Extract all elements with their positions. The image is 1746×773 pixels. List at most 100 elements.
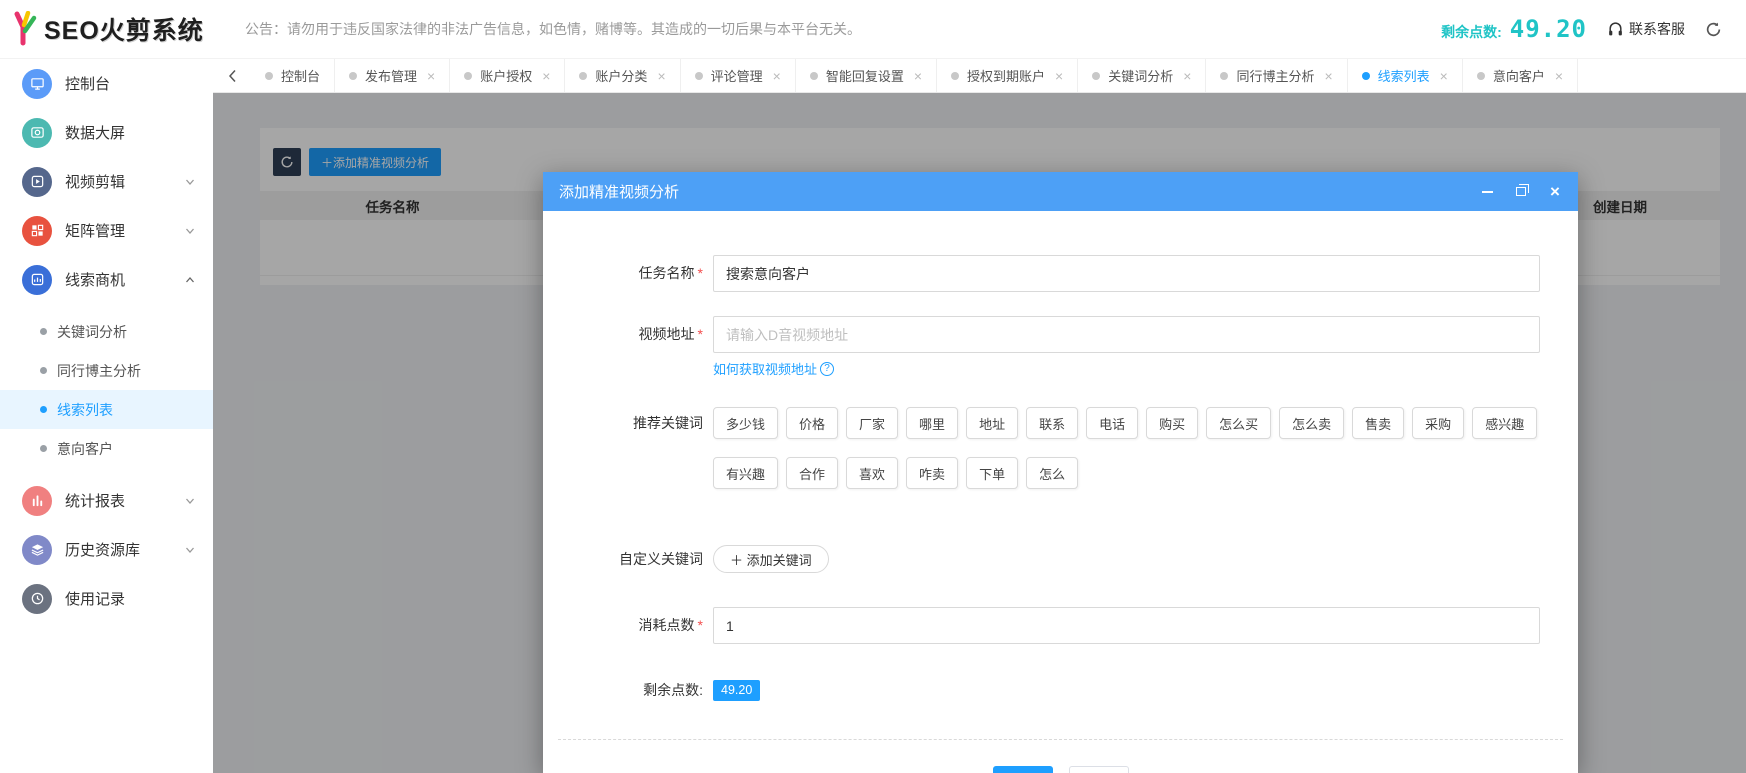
keyword-chip[interactable]: 感兴趣 — [1472, 407, 1537, 439]
tab-keyword-analysis[interactable]: 关键词分析 × — [1078, 59, 1206, 92]
keyword-chip[interactable]: 下单 — [966, 457, 1018, 489]
tab-label: 账户授权 — [480, 66, 532, 85]
sidebar-leads-submenu: 关键词分析 同行博主分析 线索列表 意向客户 — [0, 312, 213, 468]
sidebar-item-label: 视频剪辑 — [65, 171, 125, 192]
keyword-chip[interactable]: 电话 — [1086, 407, 1138, 439]
how-to-get-video-url-link[interactable]: 如何获取视频地址 ? — [713, 359, 834, 378]
tab-close-icon[interactable]: × — [1324, 69, 1332, 83]
tab-peer-blogger-analysis[interactable]: 同行博主分析 × — [1206, 59, 1347, 92]
chevron-down-icon — [185, 545, 195, 555]
tab-dot-icon — [1092, 72, 1100, 80]
keyword-chip[interactable]: 厂家 — [846, 407, 898, 439]
confirm-button[interactable] — [993, 766, 1053, 773]
keyword-chip[interactable]: 采购 — [1412, 407, 1464, 439]
sidebar-item-label: 数据大屏 — [65, 122, 125, 143]
modal-header[interactable]: 添加精准视频分析 × — [543, 172, 1578, 211]
chevron-left-icon — [228, 69, 237, 83]
sidebar-item-label: 历史资源库 — [65, 539, 140, 560]
tab-label: 授权到期账户 — [967, 66, 1045, 85]
task-name-input[interactable] — [713, 255, 1540, 292]
footer-divider — [558, 739, 1563, 740]
tab-label: 关键词分析 — [1108, 66, 1173, 85]
cancel-button[interactable] — [1069, 766, 1129, 773]
sidebar-item-reports[interactable]: 统计报表 — [0, 476, 213, 525]
sidebar-item-label: 控制台 — [65, 73, 110, 94]
keyword-chip[interactable]: 联系 — [1026, 407, 1078, 439]
tab-label: 同行博主分析 — [1236, 66, 1314, 85]
video-url-input[interactable] — [713, 316, 1540, 353]
keyword-chip[interactable]: 怎么买 — [1206, 407, 1271, 439]
keyword-chip[interactable]: 咋卖 — [906, 457, 958, 489]
add-keyword-button[interactable]: ＋ 添加关键词 — [713, 545, 829, 573]
keyword-chip[interactable]: 售卖 — [1352, 407, 1404, 439]
video-clip-icon — [22, 167, 52, 197]
console-icon — [22, 69, 52, 99]
sidebar-item-data-screen[interactable]: 数据大屏 — [0, 108, 213, 157]
recommended-keywords-label: 推荐关键词 — [563, 407, 703, 439]
sidebar-item-matrix[interactable]: 矩阵管理 — [0, 206, 213, 255]
sidebar-item-intent-customers[interactable]: 意向客户 — [0, 429, 213, 468]
consume-points-input[interactable] — [713, 607, 1540, 644]
sidebar-item-history-resources[interactable]: 历史资源库 — [0, 525, 213, 574]
tab-comment-management[interactable]: 评论管理 × — [681, 59, 796, 92]
tab-leads-list[interactable]: 线索列表 × — [1348, 59, 1463, 92]
consume-points-label: 消耗点数* — [563, 607, 703, 644]
sidebar-item-leads-list[interactable]: 线索列表 — [0, 390, 213, 429]
remaining-points-modal-label: 剩余点数: — [563, 680, 703, 701]
tab-label: 账户分类 — [595, 66, 647, 85]
tab-console[interactable]: 控制台 — [251, 59, 335, 92]
tab-close-icon[interactable]: × — [1555, 69, 1563, 83]
keyword-chip[interactable]: 怎么 — [1026, 457, 1078, 489]
tab-close-icon[interactable]: × — [427, 69, 435, 83]
sidebar-subitem-label: 关键词分析 — [57, 322, 127, 342]
tab-intent-customers[interactable]: 意向客户 × — [1463, 59, 1578, 92]
keyword-chip[interactable]: 怎么卖 — [1279, 407, 1344, 439]
keyword-chip[interactable]: 哪里 — [906, 407, 958, 439]
task-name-label: 任务名称* — [563, 255, 703, 292]
required-asterisk: * — [698, 326, 703, 342]
tab-account-authorization[interactable]: 账户授权 × — [450, 59, 565, 92]
sidebar-item-peer-blogger-analysis[interactable]: 同行博主分析 — [0, 351, 213, 390]
maximize-button[interactable] — [1514, 185, 1528, 199]
sidebar-item-video-clip[interactable]: 视频剪辑 — [0, 157, 213, 206]
remaining-points-display: 剩余点数: 49.20 — [1441, 17, 1587, 42]
close-button[interactable]: × — [1548, 185, 1562, 199]
tab-expired-accounts[interactable]: 授权到期账户 × — [937, 59, 1078, 92]
tab-close-icon[interactable]: × — [1055, 69, 1063, 83]
keyword-chip[interactable]: 价格 — [786, 407, 838, 439]
keyword-chip[interactable]: 多少钱 — [713, 407, 778, 439]
tab-dot-icon — [349, 72, 357, 80]
sidebar-subitem-label: 同行博主分析 — [57, 361, 141, 381]
tab-close-icon[interactable]: × — [657, 69, 665, 83]
keyword-chip[interactable]: 地址 — [966, 407, 1018, 439]
report-icon — [22, 486, 52, 516]
minimize-button[interactable] — [1480, 185, 1494, 199]
tab-close-icon[interactable]: × — [542, 69, 550, 83]
bullet-dot-icon — [40, 367, 47, 374]
tabs-scroll-left-button[interactable] — [213, 59, 251, 92]
sidebar-item-label: 使用记录 — [65, 588, 125, 609]
tab-publish-management[interactable]: 发布管理 × — [335, 59, 450, 92]
tab-close-icon[interactable]: × — [1183, 69, 1191, 83]
tab-close-icon[interactable]: × — [1440, 69, 1448, 83]
sidebar-item-leads[interactable]: 线索商机 — [0, 255, 213, 304]
modal-title: 添加精准视频分析 — [559, 181, 679, 202]
keyword-chip[interactable]: 有兴趣 — [713, 457, 778, 489]
keyword-chip[interactable]: 喜欢 — [846, 457, 898, 489]
tab-bar: 控制台 发布管理 × 账户授权 × 账户分类 × 评论管理 × 智能回复设置 ×… — [213, 59, 1746, 93]
data-screen-icon — [22, 118, 52, 148]
tab-dot-icon — [1362, 72, 1370, 80]
keyword-chip[interactable]: 合作 — [786, 457, 838, 489]
tab-close-icon[interactable]: × — [773, 69, 781, 83]
page-refresh-button[interactable] — [1705, 21, 1722, 38]
tab-smart-reply-settings[interactable]: 智能回复设置 × — [796, 59, 937, 92]
sidebar-item-usage-records[interactable]: 使用记录 — [0, 574, 213, 623]
sidebar-item-console[interactable]: 控制台 — [0, 59, 213, 108]
question-circle-icon: ? — [820, 362, 834, 376]
tab-label: 意向客户 — [1493, 66, 1545, 85]
tab-close-icon[interactable]: × — [914, 69, 922, 83]
contact-support-button[interactable]: 联系客服 — [1607, 19, 1685, 39]
sidebar-item-keyword-analysis[interactable]: 关键词分析 — [0, 312, 213, 351]
tab-account-category[interactable]: 账户分类 × — [565, 59, 680, 92]
keyword-chip[interactable]: 购买 — [1146, 407, 1198, 439]
